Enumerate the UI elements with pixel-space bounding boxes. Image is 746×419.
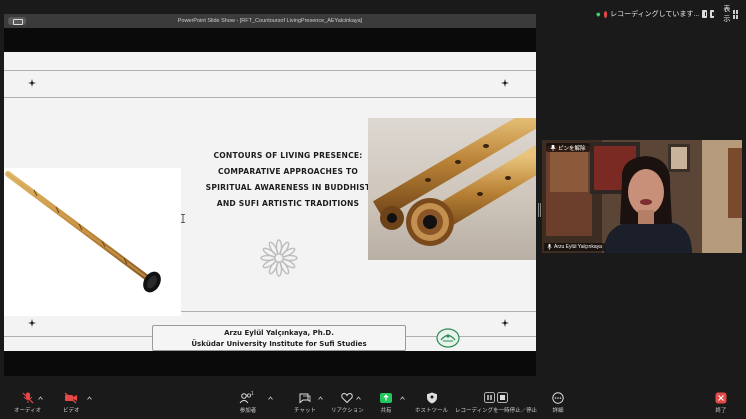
pin-icon xyxy=(550,144,556,151)
sparkle-icon xyxy=(501,79,509,87)
participant-name: Arzu Eylül Yalçınkaya xyxy=(554,244,602,250)
recording-indicator: レコーディングしています... 表示 xyxy=(596,6,739,23)
divider xyxy=(4,97,536,98)
unpin-button[interactable]: ピンを解除 xyxy=(546,143,590,152)
chevron-up-icon[interactable] xyxy=(400,396,405,400)
ney-closeup-image xyxy=(368,118,536,260)
video-off-icon xyxy=(64,392,78,404)
mic-muted-icon xyxy=(22,392,33,404)
reactions-label: リアクション xyxy=(331,408,364,414)
chat-icon xyxy=(299,393,311,404)
divider xyxy=(4,70,536,71)
slide-title-line: SPIRITUAL AWARENESS IN BUDDHIST xyxy=(205,183,371,192)
end-meeting-button[interactable]: 終了 xyxy=(714,392,728,414)
details-label: 詳細 xyxy=(552,408,564,414)
video-label: ビデオ xyxy=(63,408,80,414)
split-view-handle[interactable] xyxy=(538,203,541,217)
chevron-up-icon[interactable] xyxy=(38,396,43,400)
share-label: 共有 xyxy=(380,408,392,414)
ney-flute-image xyxy=(4,168,181,316)
participants-label: 参加者 xyxy=(239,408,257,414)
details-button[interactable]: 詳細 xyxy=(551,392,565,414)
mandala-ornament-icon xyxy=(260,239,298,277)
stop-icon xyxy=(497,392,508,403)
recording-controls-label: レコーディングを一時停止／停止 xyxy=(455,408,538,414)
text-cursor-icon xyxy=(181,214,185,223)
slide-title: CONTOURS OF LIVING PRESENCE: COMPARATIVE… xyxy=(192,148,384,212)
close-icon xyxy=(715,392,727,404)
chevron-up-icon[interactable] xyxy=(268,396,273,400)
shield-check-icon xyxy=(596,11,601,17)
university-logo-icon xyxy=(436,328,460,348)
author-name: Arzu Eylül Yalçınkaya, Ph.D. xyxy=(224,329,334,337)
participants-count: 1 xyxy=(251,391,254,397)
grid-view-icon[interactable] xyxy=(733,9,739,19)
stop-recording-icon[interactable] xyxy=(709,10,716,18)
heart-icon xyxy=(341,392,354,404)
participants-button[interactable]: 1 参加者 xyxy=(239,391,257,414)
window-switch-icon[interactable] xyxy=(8,17,26,25)
pause-icon xyxy=(484,392,495,403)
mic-muted-icon xyxy=(547,244,552,250)
chevron-up-icon[interactable] xyxy=(87,396,92,400)
slide-title-line: CONTOURS OF LIVING PRESENCE: xyxy=(213,151,363,160)
slide-title-line: AND SUFI ARTISTIC TRADITIONS xyxy=(216,199,360,208)
shield-icon xyxy=(426,392,437,404)
view-button[interactable]: 表示 xyxy=(723,4,730,24)
host-tools-label: ホストツール xyxy=(415,408,449,414)
share-button[interactable]: 共有 xyxy=(379,392,393,414)
share-screen-icon xyxy=(380,393,392,403)
shared-screen: PowerPoint Slide Show - [RFT_Countoursof… xyxy=(4,14,536,376)
sparkle-icon xyxy=(28,79,36,87)
unpin-label: ピンを解除 xyxy=(558,145,586,152)
presentation-slide: CONTOURS OF LIVING PRESENCE: COMPARATIVE… xyxy=(4,52,536,351)
end-label: 終了 xyxy=(715,408,727,414)
chat-button[interactable]: チャット xyxy=(294,392,316,414)
sparkle-icon xyxy=(28,319,36,327)
author-institution: Üsküdar University Institute for Sufi St… xyxy=(191,340,367,348)
sparkle-icon xyxy=(501,319,509,327)
shared-window-titlebar: PowerPoint Slide Show - [RFT_Countoursof… xyxy=(4,14,536,28)
shared-window-title: PowerPoint Slide Show - [RFT_Countoursof… xyxy=(177,18,363,24)
chevron-up-icon[interactable] xyxy=(356,396,361,400)
meeting-toolbar: オーディオ ビデオ 1 参加者 チャット リアクション 共有 ホストツール レコ… xyxy=(0,390,746,419)
audio-label: オーディオ xyxy=(14,408,42,414)
author-box: Arzu Eylül Yalçınkaya, Ph.D. Üsküdar Uni… xyxy=(152,325,406,351)
more-icon xyxy=(552,392,564,404)
chat-label: チャット xyxy=(294,408,316,414)
participant-name-tag: Arzu Eylül Yalçınkaya xyxy=(544,243,605,251)
participant-video-frame xyxy=(542,140,742,253)
video-button[interactable]: ビデオ xyxy=(63,392,80,414)
chevron-up-icon[interactable] xyxy=(318,396,323,400)
recording-dot-icon xyxy=(603,10,608,18)
pause-recording-icon[interactable] xyxy=(702,10,709,18)
recording-label: レコーディングしています... xyxy=(610,11,700,18)
recording-controls-button[interactable]: レコーディングを一時停止／停止 xyxy=(455,392,537,414)
participant-video[interactable]: ピンを解除 Arzu Eylül Yalçınkaya xyxy=(542,140,742,253)
slide-title-line: COMPARATIVE APPROACHES TO xyxy=(217,167,359,176)
host-tools-button[interactable]: ホストツール xyxy=(415,392,448,414)
